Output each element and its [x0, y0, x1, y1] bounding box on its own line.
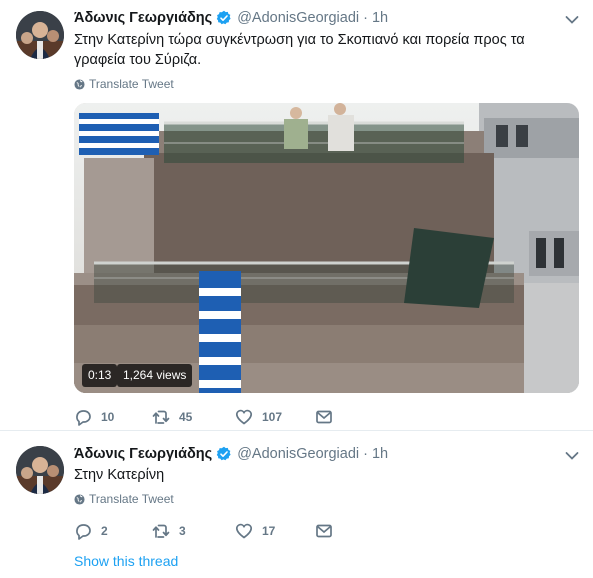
tweet-header: Άδωνις Γεωργιάδης @AdonisGeorgiadi · 1h [74, 9, 388, 27]
video-frame [74, 103, 579, 393]
translate-label[interactable]: Translate Tweet [89, 492, 174, 506]
direct-message-button[interactable] [315, 520, 342, 542]
avatar[interactable] [16, 11, 64, 59]
verified-badge-icon [217, 446, 231, 461]
tweet[interactable]: Άδωνις Γεωργιάδης @AdonisGeorgiadi · 1h … [0, 0, 593, 431]
reply-button[interactable]: 2 [74, 520, 108, 542]
separator-dot: · [363, 446, 368, 462]
reply-count: 2 [101, 524, 108, 538]
reply-button[interactable]: 10 [74, 406, 114, 428]
translate-label[interactable]: Translate Tweet [89, 77, 174, 91]
retweet-count: 3 [179, 524, 186, 538]
retweet-button[interactable]: 3 [152, 520, 186, 542]
show-thread-link[interactable]: Show this thread [74, 553, 178, 569]
reply-count: 10 [101, 410, 115, 424]
chevron-down-icon[interactable] [565, 15, 579, 25]
like-button[interactable]: 107 [235, 406, 282, 428]
avatar-image [16, 446, 64, 494]
video-duration: 0:13 [82, 364, 118, 387]
retweet-button[interactable]: 45 [152, 406, 192, 428]
like-count: 107 [262, 410, 283, 424]
heart-icon [235, 409, 253, 425]
tweet-text: Στην Κατερίνη τώρα συγκέντρωση για το Σκ… [74, 32, 525, 68]
author-handle[interactable]: @AdonisGeorgiadi [237, 10, 359, 26]
translate-tweet-link[interactable]: Translate Tweet [74, 76, 174, 92]
retweet-icon [152, 410, 170, 424]
tweet-text: Στην Κατερίνη [74, 467, 165, 483]
heart-icon [235, 523, 253, 539]
video-player[interactable] [74, 103, 579, 393]
video-view-count: 1,264 views [117, 364, 193, 387]
envelope-icon [316, 524, 332, 538]
envelope-icon [316, 410, 332, 424]
chevron-down-icon[interactable] [565, 451, 579, 461]
timestamp[interactable]: 1h [372, 10, 388, 26]
like-button[interactable]: 17 [235, 520, 275, 542]
reply-icon [76, 410, 91, 426]
verified-badge-icon [217, 10, 231, 25]
tweet[interactable]: Άδωνις Γεωργιάδης @AdonisGeorgiadi · 1h … [0, 432, 593, 578]
separator-dot: · [363, 10, 368, 26]
direct-message-button[interactable] [315, 406, 342, 428]
author-handle[interactable]: @AdonisGeorgiadi [237, 446, 359, 462]
tweet-header: Άδωνις Γεωργιάδης @AdonisGeorgiadi · 1h [74, 445, 388, 463]
translate-tweet-link[interactable]: Translate Tweet [74, 491, 174, 507]
retweet-count: 45 [179, 410, 193, 424]
avatar[interactable] [16, 446, 64, 494]
reply-icon [76, 524, 91, 540]
like-count: 17 [262, 524, 276, 538]
avatar-image [16, 11, 64, 59]
globe-icon [74, 493, 85, 505]
timestamp[interactable]: 1h [372, 446, 388, 462]
retweet-icon [152, 524, 170, 538]
author-name[interactable]: Άδωνις Γεωργιάδης [74, 446, 212, 462]
author-name[interactable]: Άδωνις Γεωργιάδης [74, 10, 212, 26]
globe-icon [74, 78, 85, 90]
